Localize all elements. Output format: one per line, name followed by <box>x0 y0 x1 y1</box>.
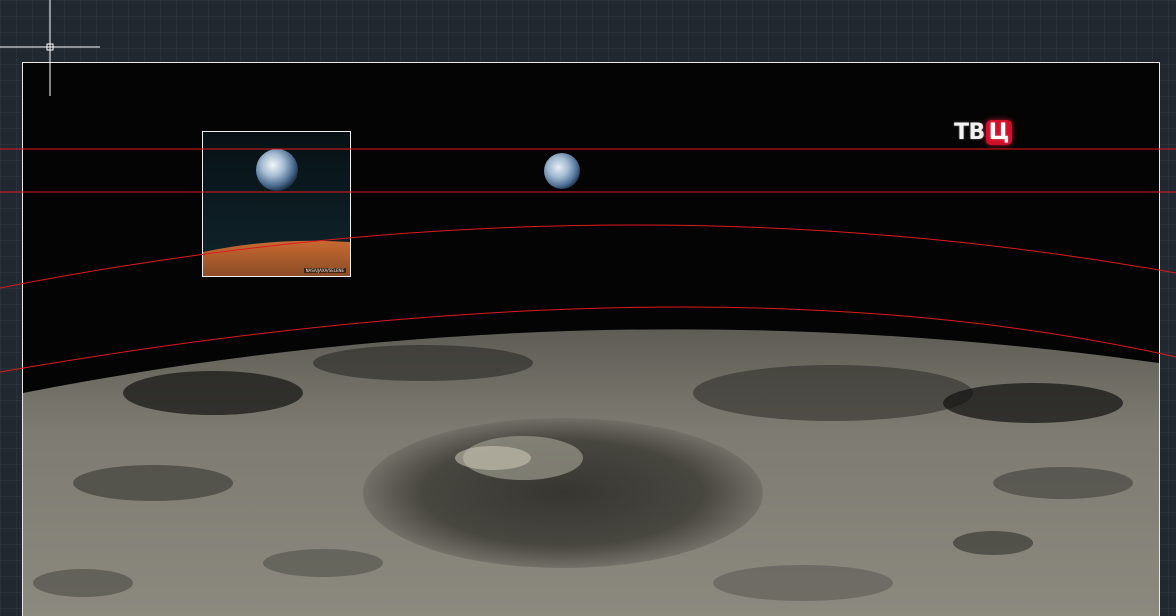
inset-image-earthrise[interactable]: NASA/JAXA/SELENE <box>202 131 351 277</box>
crosshair-cursor-icon <box>0 0 100 96</box>
earth-image <box>544 153 580 189</box>
inset-photo <box>203 149 350 276</box>
drawing-canvas[interactable]: NASA/JAXA/SELENE ТВ Ц <box>0 0 1176 616</box>
logo-text: ТВ <box>954 119 985 145</box>
inset-credit: NASA/JAXA/SELENE <box>303 268 346 273</box>
logo-accent: Ц <box>985 119 1012 145</box>
tvc-logo: ТВ Ц <box>954 116 1012 148</box>
